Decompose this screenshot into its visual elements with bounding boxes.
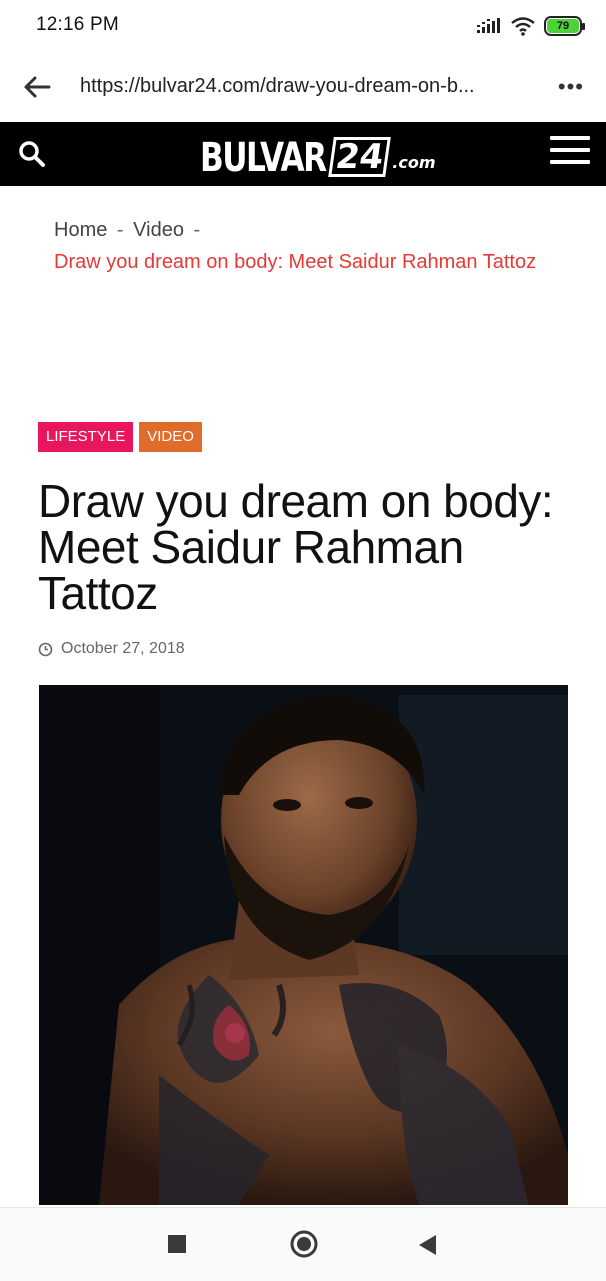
tag-video[interactable]: VIDEO [139,422,202,452]
breadcrumb: Home - Video - Draw you dream on body: M… [54,214,554,278]
article-title: Draw you dream on body: Meet Saidur Rahm… [38,475,554,619]
logo-domain: .com [392,153,436,172]
battery-indicator: 79 [544,16,585,36]
status-time: 12:16 PM [36,14,119,35]
breadcrumb-home[interactable]: Home [54,219,107,241]
recent-apps-button[interactable] [168,1235,186,1253]
wifi-icon [511,17,535,36]
more-options-button[interactable]: ••• [558,74,584,100]
article-photo[interactable] [39,685,568,1205]
category-tags: LIFESTYLE VIDEO [38,422,202,452]
site-header: BULVAR 24 .com [0,122,606,186]
logo-number: 24 [328,137,392,177]
status-bar: 12:16 PM 79 [0,0,606,52]
article-meta: October 27, 2018 [38,640,185,658]
back-arrow-icon[interactable] [22,74,52,100]
url-field[interactable]: https://bulvar24.com/draw-you-dream-on-b… [80,75,520,98]
hamburger-menu-icon[interactable] [550,136,590,172]
breadcrumb-current: Draw you dream on body: Meet Saidur Rahm… [54,251,537,273]
clock-icon [38,642,53,656]
breadcrumb-video[interactable]: Video [133,219,184,241]
breadcrumb-separator: - [193,219,201,241]
back-button[interactable] [416,1233,438,1257]
home-button[interactable] [290,1230,318,1258]
signal-icon [477,18,500,33]
status-icons: 79 [476,14,585,38]
battery-level: 79 [547,19,579,33]
site-logo[interactable]: BULVAR 24 .com [200,130,436,180]
logo-text: BULVAR [200,135,327,181]
system-nav-bar [0,1207,606,1281]
tag-lifestyle[interactable]: LIFESTYLE [38,422,134,452]
photo-illustration [39,685,568,1205]
browser-url-bar: https://bulvar24.com/draw-you-dream-on-b… [0,52,606,122]
breadcrumb-separator: - [116,219,124,241]
search-icon[interactable] [18,140,46,168]
article-date: October 27, 2018 [61,640,185,657]
